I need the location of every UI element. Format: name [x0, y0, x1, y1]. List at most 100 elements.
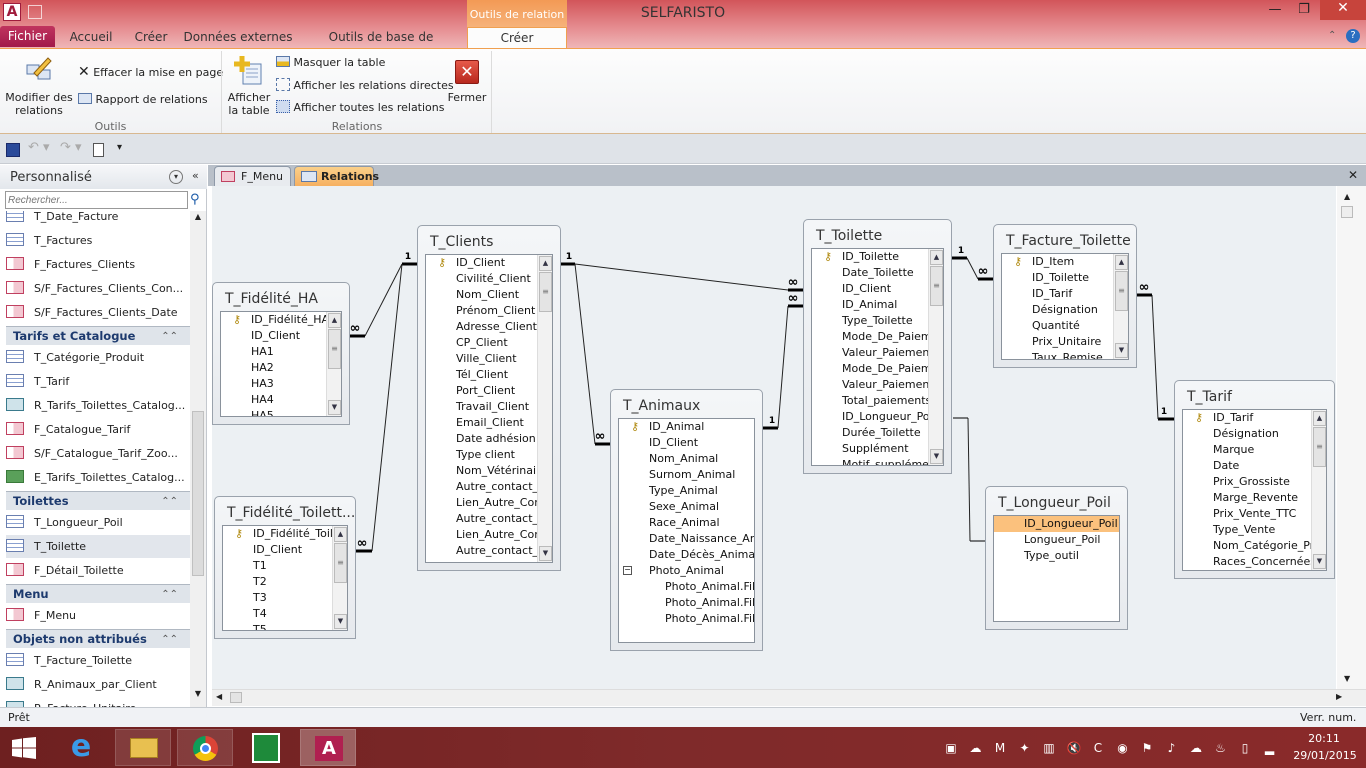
table-field[interactable]: ID_Animal	[812, 297, 943, 313]
table-title[interactable]: T_Facture_Toilette	[1006, 233, 1131, 249]
nav-item[interactable]: F_Catalogue_Tarif	[6, 418, 190, 441]
table-field[interactable]: Marge_Revente	[1183, 490, 1326, 506]
tab-fichier[interactable]: Fichier	[0, 26, 55, 47]
field-list-scrollbar[interactable]: ▲ ≡ ▼	[326, 312, 341, 416]
calculator-icon[interactable]	[252, 733, 280, 763]
scroll-down-arrow[interactable]: ▼	[930, 449, 943, 464]
nav-group-header[interactable]: Menu ⌃⌃	[6, 584, 190, 603]
table-field[interactable]: Quantité	[1002, 318, 1128, 334]
table-field[interactable]: Nom_Animal	[619, 451, 754, 467]
table-field[interactable]: Ville_Client	[426, 351, 552, 367]
scroll-up-arrow[interactable]: ▲	[1313, 411, 1326, 426]
table-field[interactable]: Tél_Client	[426, 367, 552, 383]
nav-item[interactable]: T_Toilette	[6, 535, 190, 558]
table-field[interactable]: Prix_Grossiste	[1183, 474, 1326, 490]
nav-item[interactable]: T_Catégorie_Produit	[6, 346, 190, 369]
table-title[interactable]: T_Tarif	[1187, 389, 1232, 405]
table-field[interactable]: HA2	[221, 360, 341, 376]
table-field[interactable]: ⚷ ID_Fidélité_Toile	[223, 526, 347, 542]
table-field[interactable]: Total_paiements	[812, 393, 943, 409]
table-field[interactable]: ⚷ ID_Tarif	[1183, 410, 1326, 426]
table-title[interactable]: T_Toilette	[816, 228, 882, 244]
table-field[interactable]: Port_Client	[426, 383, 552, 399]
table-field[interactable]: HA3	[221, 376, 341, 392]
action-center-flag-icon[interactable]: ⚑	[1140, 741, 1154, 755]
tab-outils-base-de-donnees[interactable]: Outils de base de données	[302, 27, 460, 65]
scroll-up-arrow[interactable]: ▲	[930, 250, 943, 265]
table-field[interactable]: Motif_supplémen	[812, 457, 943, 465]
afficher-relations-directes-button[interactable]: Afficher les relations directes	[276, 78, 454, 92]
sync-icon[interactable]: ☁	[969, 741, 983, 755]
scroll-up-arrow[interactable]: ▲	[191, 212, 205, 226]
nav-item[interactable]: R_Facture_Unitaire	[6, 697, 190, 707]
scroll-thumb[interactable]	[230, 692, 242, 703]
table-field[interactable]: Photo_Animal.File	[619, 611, 754, 627]
file-explorer-taskbar-button[interactable]	[115, 729, 171, 766]
java-icon[interactable]: ♨	[1214, 741, 1228, 755]
scroll-up-arrow[interactable]: ▲	[328, 313, 341, 328]
barcode-icon[interactable]: ▥	[1042, 741, 1056, 755]
table-field[interactable]: ⚷ ID_Animal	[619, 419, 754, 435]
table-field[interactable]: ID_Longueur_Po	[812, 409, 943, 425]
customize-toolbar-icon[interactable]: ▾	[117, 142, 122, 153]
table-window[interactable]: T_Fidélité_HA ⚷ ID_Fidélité_HA ID_Client HA1…	[212, 282, 350, 425]
field-list-scrollbar[interactable]: ▲ ≡ ▼	[1311, 410, 1326, 570]
table-field[interactable]: Adresse_Client	[426, 319, 552, 335]
tab-f-menu[interactable]: F_Menu	[214, 166, 291, 186]
table-field[interactable]: Prénom_Client	[426, 303, 552, 319]
relationships-canvas[interactable]: 1 ∞ 1 ∞ 1 ∞ 1 ∞ 1 ∞ 1 ∞ 1 ∞ T_Fidélité_HA ⚷ ID_Fidélité…	[212, 186, 1336, 689]
scroll-thumb[interactable]: ≡	[539, 272, 552, 312]
scroll-thumb[interactable]	[192, 411, 204, 576]
table-field[interactable]: ID_Client	[619, 435, 754, 451]
scroll-thumb[interactable]: ≡	[1313, 427, 1326, 467]
table-field[interactable]: Valeur_Paiement	[812, 377, 943, 393]
table-field[interactable]: Lien_Autre_Con	[426, 495, 552, 511]
tab-creer-relations[interactable]: Créer	[467, 27, 567, 49]
table-field[interactable]: Prix_Unitaire	[1002, 334, 1128, 350]
table-field[interactable]: Date_Naissance_Anim	[619, 531, 754, 547]
table-window[interactable]: T_Tarif ⚷ ID_Tarif Désignation Marque Date Pri…	[1174, 380, 1335, 579]
scroll-thumb[interactable]: ≡	[1115, 271, 1128, 311]
table-field[interactable]: T3	[223, 590, 347, 606]
field-list-scrollbar[interactable]: ▲ ≡ ▼	[928, 249, 943, 465]
nav-group-header[interactable]: Toilettes ⌃⌃	[6, 491, 190, 510]
relationship-line[interactable]	[574, 263, 789, 291]
redo-icon[interactable]: ↷ ▾	[60, 140, 82, 155]
nav-item[interactable]: E_Tarifs_Toilettes_Catalog...	[6, 466, 190, 489]
table-field[interactable]: T2	[223, 574, 347, 590]
afficher-table-button[interactable]: Afficher la table	[226, 53, 272, 117]
nav-scrollbar[interactable]: ▲ ▼	[190, 211, 206, 707]
malwarebytes-icon[interactable]: M	[993, 741, 1007, 755]
table-field[interactable]: HA5	[221, 408, 341, 416]
table-field[interactable]: ⚷ ID_Item	[1002, 254, 1128, 270]
save-icon[interactable]	[6, 143, 20, 157]
collapse-group-icon[interactable]: ⌃⌃	[161, 327, 178, 346]
table-field[interactable]: Races_Concernées	[1183, 554, 1326, 570]
table-field[interactable]: Marque	[1183, 442, 1326, 458]
relationship-line[interactable]	[966, 257, 979, 280]
table-field[interactable]: Nom_Client	[426, 287, 552, 303]
table-field[interactable]: Nom_Vétérinair	[426, 463, 552, 479]
nav-group-header[interactable]: Objets non attribués ⌃⌃	[6, 629, 190, 648]
canvas-vertical-scrollbar[interactable]: ▲ ▼	[1337, 186, 1366, 689]
table-field[interactable]: Sexe_Animal	[619, 499, 754, 515]
restore-button[interactable]: ❐	[1291, 2, 1317, 20]
table-field[interactable]: Autre_contact_3	[426, 543, 552, 559]
search-icon[interactable]: ⚲	[190, 192, 200, 207]
table-field[interactable]: CP_Client	[426, 335, 552, 351]
tab-relations[interactable]: Relations	[294, 166, 379, 186]
access-taskbar-button[interactable]: A	[300, 729, 356, 766]
table-window[interactable]: T_Fidélité_Toilett... ⚷ ID_Fidélité_Toile I…	[214, 496, 356, 639]
scroll-right-arrow[interactable]: ▶	[1336, 692, 1342, 701]
help-icon[interactable]: ?	[1346, 29, 1360, 43]
scroll-thumb[interactable]: ≡	[930, 266, 943, 306]
table-field[interactable]: ID_Tarif	[1002, 286, 1128, 302]
ccleaner-icon[interactable]: C	[1091, 741, 1105, 755]
battery-icon[interactable]: ▯	[1238, 741, 1252, 755]
scroll-down-arrow[interactable]: ▼	[191, 689, 205, 703]
tab-accueil[interactable]: Accueil	[62, 27, 120, 48]
table-field[interactable]: Photo_Animal.File	[619, 579, 754, 595]
relationship-line[interactable]	[364, 263, 403, 337]
scroll-down-arrow[interactable]: ▼	[328, 400, 341, 415]
table-title[interactable]: T_Fidélité_HA	[225, 291, 318, 307]
